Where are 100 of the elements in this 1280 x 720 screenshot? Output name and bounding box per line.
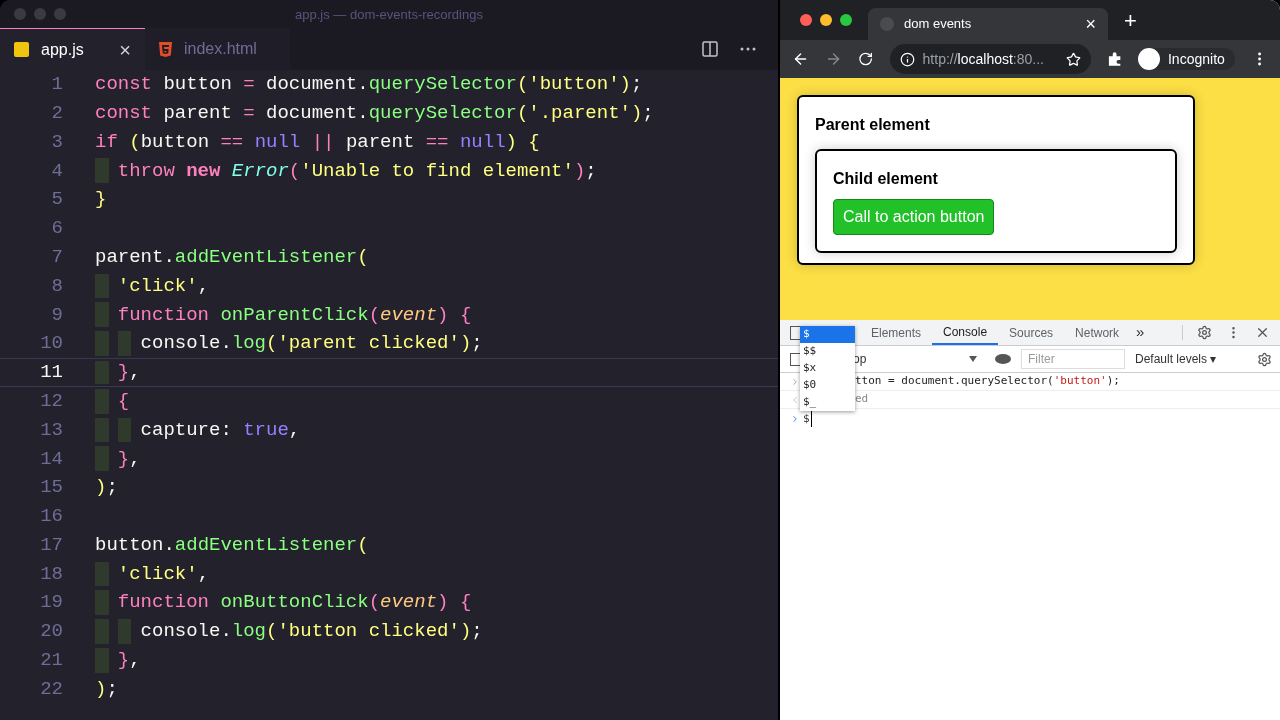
- more-tabs-button[interactable]: »: [1130, 321, 1151, 344]
- code-line: },: [117, 648, 141, 674]
- line-number: 19: [39, 590, 63, 616]
- filter-field[interactable]: Filter: [1021, 349, 1125, 369]
- card-title: Child element: [833, 169, 939, 189]
- code-line: const button = document.querySelector('button');: [95, 72, 643, 98]
- code-line: parent.addEventListener(: [95, 244, 369, 270]
- levels-dropdown[interactable]: Default levels ▾: [1135, 350, 1217, 368]
- close-icon[interactable]: ×: [119, 34, 131, 65]
- code-line: );: [95, 475, 118, 501]
- autocomplete-item[interactable]: $$: [800, 343, 855, 360]
- code-line: const parent = document.querySelector('.parent');: [95, 100, 654, 126]
- address-bar[interactable]: http://localhost:80...: [889, 44, 1091, 74]
- star-icon[interactable]: [1065, 51, 1081, 67]
- js-file-icon: [14, 42, 29, 57]
- indent-guide: [95, 590, 109, 616]
- autocomplete-item[interactable]: $x: [800, 360, 855, 377]
- split-editor-icon[interactable]: [702, 41, 718, 57]
- line-number: 16: [39, 504, 63, 530]
- line-number: 2: [50, 100, 63, 126]
- indent-guide: [95, 302, 109, 328]
- indent-guide: [95, 561, 109, 587]
- line-number: 13: [39, 417, 63, 443]
- indent-guide: [95, 417, 109, 443]
- reload-icon[interactable]: [858, 51, 874, 67]
- line-number: 8: [50, 273, 63, 299]
- caret-icon: [969, 356, 977, 362]
- profile-button[interactable]: Incognito: [1138, 48, 1235, 70]
- line-number: 14: [39, 446, 63, 472]
- command-text: tton = document.querySelector('button');: [855, 373, 1120, 390]
- code-line: }: [95, 187, 107, 213]
- line-number: 18: [39, 561, 63, 587]
- line-number: 7: [50, 244, 63, 270]
- indent-guide: [95, 647, 109, 673]
- devtools-tab[interactable]: Sources: [998, 320, 1065, 345]
- new-tab-button[interactable]: +: [1124, 3, 1137, 37]
- autocomplete-item[interactable]: $_: [800, 394, 855, 411]
- settings-icon[interactable]: [1197, 325, 1212, 340]
- line-number: 5: [50, 187, 63, 213]
- url-text: http://localhost:80...: [922, 49, 1044, 69]
- indent-guide: [117, 619, 132, 644]
- code-line: 'click',: [117, 273, 210, 299]
- close-icon[interactable]: ×: [1085, 10, 1096, 38]
- line-number: 22: [39, 676, 63, 702]
- close-icon[interactable]: [1255, 325, 1270, 340]
- chevron-right-icon: [790, 414, 800, 424]
- indent-guide: [95, 273, 109, 299]
- more-icon[interactable]: [740, 47, 756, 51]
- line-number: 12: [39, 388, 63, 414]
- line-number: 9: [50, 302, 63, 328]
- chevron-right-icon: [790, 376, 800, 387]
- line-number: 11: [39, 360, 63, 386]
- indent-guide: [117, 331, 132, 356]
- line-number: 17: [39, 532, 63, 558]
- result-text: ed: [855, 391, 869, 408]
- code-line: );: [95, 676, 118, 702]
- indent-guide: [95, 331, 109, 356]
- autocomplete-item[interactable]: $: [800, 326, 855, 343]
- code-line: 'click',: [117, 561, 210, 587]
- code-line: throw new Error('Unable to find element');: [117, 158, 597, 184]
- minimize-window-icon[interactable]: [820, 14, 832, 26]
- code-line: function onButtonClick(event) {: [117, 590, 472, 616]
- indent-guide: [95, 158, 109, 184]
- indent-guide: [117, 417, 132, 443]
- chevron-left-icon: [790, 394, 800, 405]
- line-number: 3: [50, 129, 63, 155]
- browser-tab[interactable]: dom events ×: [868, 8, 1108, 40]
- code-line: console.log('parent clicked');: [140, 331, 483, 357]
- indent-guide: [95, 388, 109, 414]
- code-line: button.addEventListener(: [95, 532, 369, 558]
- line-number: 10: [39, 331, 63, 357]
- line-number: 6: [50, 216, 63, 242]
- indent-guide: [95, 360, 109, 384]
- code-line: {: [117, 388, 130, 414]
- code-line: function onParentClick(event) {: [117, 302, 472, 328]
- indent-guide: [95, 619, 109, 644]
- line-number: 15: [39, 475, 63, 501]
- devtools-tab[interactable]: Console: [932, 320, 999, 345]
- editor-tab[interactable]: app.js ×: [0, 28, 145, 70]
- code-line: capture: true,: [140, 417, 301, 443]
- settings-icon[interactable]: [1257, 351, 1272, 367]
- info-icon: [899, 51, 915, 67]
- line-number: 1: [50, 72, 63, 98]
- line-number: 4: [50, 158, 63, 184]
- puzzle-icon[interactable]: [1106, 51, 1122, 67]
- maximize-window-icon[interactable]: [840, 14, 852, 26]
- code-line: },: [117, 446, 141, 472]
- indent-guide: [95, 446, 109, 472]
- line-number: 21: [39, 648, 63, 674]
- autocomplete-item[interactable]: $0: [800, 377, 855, 394]
- devtools-tab[interactable]: Network: [1064, 320, 1131, 345]
- code-line: },: [117, 360, 141, 386]
- card-title: Parent element: [815, 115, 931, 135]
- code-line: console.log('button clicked');: [140, 619, 483, 645]
- window-title: app.js — dom-events-recordings: [295, 7, 483, 22]
- line-number: 20: [39, 619, 63, 645]
- close-window-icon[interactable]: [800, 14, 812, 26]
- html-file-icon: [159, 41, 172, 57]
- code-line: if (button == null || parent == null) {: [95, 129, 540, 155]
- devtools-tab[interactable]: Elements: [860, 320, 933, 345]
